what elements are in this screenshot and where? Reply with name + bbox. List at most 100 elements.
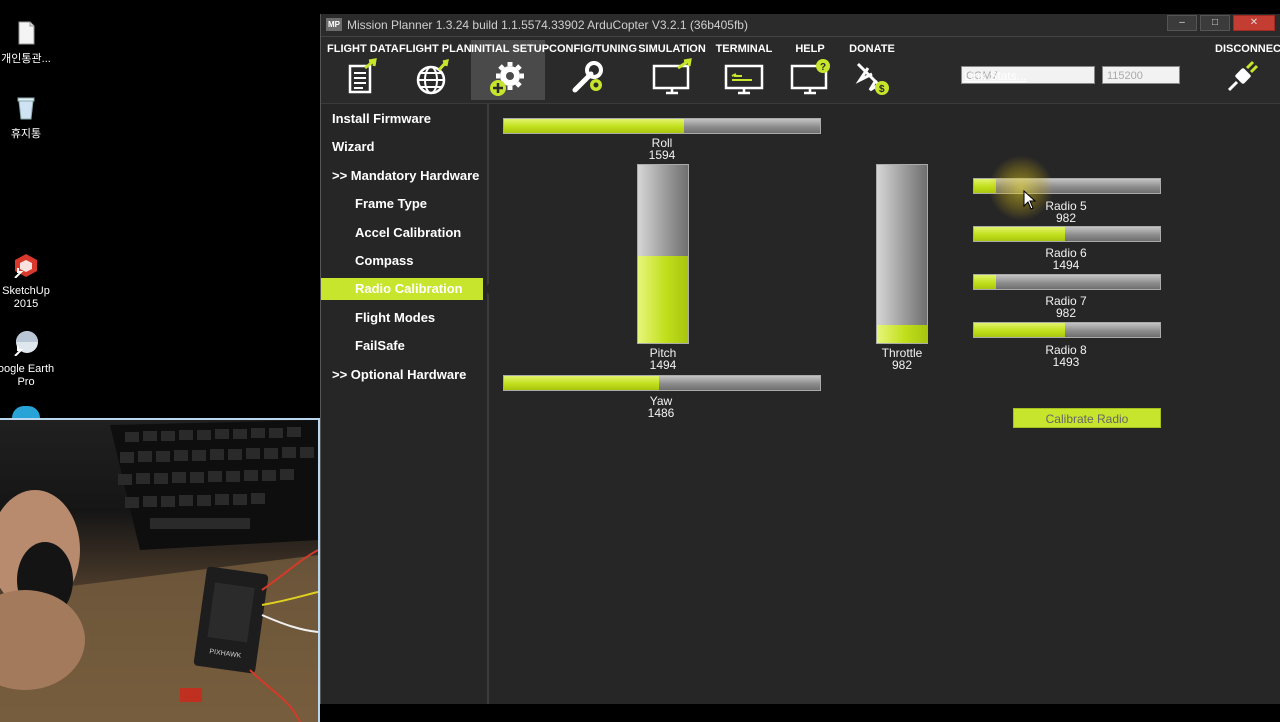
- roll-value: 1594: [648, 148, 676, 162]
- sidebar-item-label: Compass: [355, 253, 414, 268]
- main-menu: FLIGHT DATA FLIGHT PLAN INITIAL SETUP CO…: [321, 37, 1280, 104]
- menu-simulation[interactable]: SIMULATION: [637, 40, 707, 100]
- minimize-button[interactable]: –: [1167, 15, 1197, 31]
- sketchup-icon: [14, 254, 37, 279]
- sidebar-item-optional-hardware[interactable]: >> Optional Hardware: [321, 364, 483, 386]
- menu-config-tuning[interactable]: CONFIG/TUNING: [549, 40, 637, 100]
- sidebar-item-accel-calibration[interactable]: Accel Calibration: [321, 222, 483, 244]
- menu-label: DONATE: [849, 43, 895, 55]
- sidebar-item-install-firmware[interactable]: Install Firmware: [321, 108, 483, 130]
- yaw-value: 1486: [647, 406, 675, 420]
- pitch-bar-fill: [638, 255, 688, 343]
- disconnect-button[interactable]: DISCONNECT: [1209, 40, 1280, 100]
- pitch-label: Pitch 1494: [613, 347, 713, 371]
- sidebar-item-label: FailSafe: [355, 338, 405, 353]
- title-bar: MP Mission Planner 1.3.24 build 1.1.5574…: [321, 14, 1280, 37]
- menu-label: FLIGHT PLAN: [399, 43, 472, 55]
- radio-calibration-panel: Roll 1594 Pitch 1494 Yaw 1486 Throttle 9…: [489, 104, 1280, 704]
- monitor-plane-icon: [652, 58, 692, 95]
- menu-label: TERMINAL: [715, 43, 773, 55]
- radio7-bar: [973, 274, 1161, 290]
- sidebar-item-frame-type[interactable]: Frame Type: [321, 193, 483, 215]
- roll-bar-fill: [504, 119, 685, 133]
- sidebar-item-label: Wizard: [332, 139, 375, 154]
- desktop-icon-label: 개인통관...: [1, 53, 51, 65]
- throttle-bar: [876, 164, 928, 344]
- desktop-icon-partial: [12, 406, 40, 418]
- yaw-bar: [503, 375, 821, 391]
- menu-label: CONFIG/TUNING: [549, 43, 637, 55]
- radio6-bar-fill: [974, 227, 1066, 241]
- svg-text:$: $: [879, 84, 885, 95]
- sidebar-item-label: Radio Calibration: [355, 281, 463, 296]
- sidebar-item-label: Frame Type: [355, 196, 428, 211]
- sidebar-item-wizard[interactable]: Wizard: [321, 136, 483, 158]
- desktop-icon-sketchup[interactable]: SketchUp 2015: [0, 252, 56, 311]
- flight-data-icon: [348, 58, 377, 94]
- radio7-label: Radio 7 982: [1016, 295, 1116, 319]
- throttle-bar-fill: [877, 325, 927, 343]
- yaw-label: Yaw 1486: [611, 395, 711, 419]
- terminal-icon: [724, 64, 764, 95]
- mission-planner-window: MP Mission Planner 1.3.24 build 1.1.5574…: [320, 14, 1280, 704]
- radio8-bar: [973, 322, 1161, 338]
- window-controls: – □ ✕: [1167, 15, 1275, 31]
- radio8-label: Radio 8 1493: [1016, 344, 1116, 368]
- gear-plus-icon: [490, 62, 524, 96]
- menu-donate[interactable]: DONATE $: [843, 40, 901, 100]
- radio7-bar-fill: [974, 275, 997, 289]
- sidebar-item-radio-calibration[interactable]: Radio Calibration: [321, 278, 491, 300]
- webcam-scene: PIXHAWK: [0, 420, 318, 722]
- plug-icon: [1227, 60, 1259, 92]
- desktop-icon-document[interactable]: 개인통관...: [0, 20, 56, 66]
- setup-sidebar: Install Firmware Wizard >> Mandatory Har…: [321, 104, 491, 704]
- throttle-value: 982: [891, 358, 913, 372]
- yaw-bar-fill: [504, 376, 659, 390]
- radio6-bar: [973, 226, 1161, 242]
- roll-label: Roll 1594: [612, 137, 712, 161]
- menu-flight-data[interactable]: FLIGHT DATA: [327, 40, 399, 100]
- svg-text:?: ?: [820, 62, 826, 73]
- baud-rate-select[interactable]: 115200: [1102, 66, 1180, 84]
- sidebar-item-compass[interactable]: Compass: [321, 250, 483, 272]
- radio8-value: 1493: [1052, 355, 1080, 369]
- sidebar-item-failsafe[interactable]: FailSafe: [321, 335, 483, 357]
- desktop-icon-label: SketchUp 2015: [2, 285, 50, 310]
- menu-label: SIMULATION: [638, 43, 706, 55]
- desktop-icon-recycle-bin[interactable]: 휴지통: [0, 95, 56, 141]
- radio6-label: Radio 6 1494: [1016, 247, 1116, 271]
- recycle-bin-icon: [17, 97, 35, 120]
- mouse-cursor-icon: [1023, 190, 1037, 210]
- radio8-bar-fill: [974, 323, 1066, 337]
- link-stats-link[interactable]: Link Stats...: [964, 69, 1027, 83]
- donate-plane-icon: $: [855, 62, 889, 95]
- sidebar-item-mandatory-hardware[interactable]: >> Mandatory Hardware: [321, 165, 483, 187]
- radio6-value: 1494: [1052, 258, 1080, 272]
- menu-initial-setup[interactable]: INITIAL SETUP: [471, 40, 550, 100]
- menu-label: FLIGHT DATA: [327, 43, 399, 55]
- cursor-highlight: [989, 156, 1053, 220]
- window-title: Mission Planner 1.3.24 build 1.1.5574.33…: [347, 18, 748, 32]
- desktop-icon-google-earth[interactable]: oogle Earth Pro: [0, 330, 56, 389]
- desktop-icon-label: 휴지통: [10, 128, 42, 140]
- menu-terminal[interactable]: TERMINAL: [713, 40, 775, 100]
- wrench-gear-icon: [572, 61, 603, 93]
- radio7-value: 982: [1055, 306, 1077, 320]
- app-logo-icon: MP: [326, 18, 342, 31]
- pitch-value: 1494: [649, 358, 677, 372]
- webcam-overlay: PIXHAWK: [0, 418, 320, 722]
- menu-flight-plan[interactable]: FLIGHT PLAN: [399, 40, 472, 100]
- sidebar-item-flight-modes[interactable]: Flight Modes: [321, 307, 483, 329]
- sidebar-item-label: Install Firmware: [332, 111, 431, 126]
- sidebar-item-label: >> Optional Hardware: [332, 367, 467, 382]
- menu-label: HELP: [795, 43, 825, 55]
- calibrate-radio-button[interactable]: Calibrate Radio: [1013, 408, 1161, 428]
- disconnect-label: DISCONNECT: [1215, 43, 1280, 55]
- globe-icon: [416, 58, 449, 95]
- maximize-button[interactable]: □: [1200, 15, 1230, 31]
- close-button[interactable]: ✕: [1233, 15, 1275, 31]
- menu-help[interactable]: HELP ?: [781, 40, 839, 100]
- sidebar-item-label: Flight Modes: [355, 310, 436, 325]
- desktop-icon-label: oogle Earth Pro: [0, 363, 55, 388]
- menu-label: INITIAL SETUP: [471, 43, 550, 55]
